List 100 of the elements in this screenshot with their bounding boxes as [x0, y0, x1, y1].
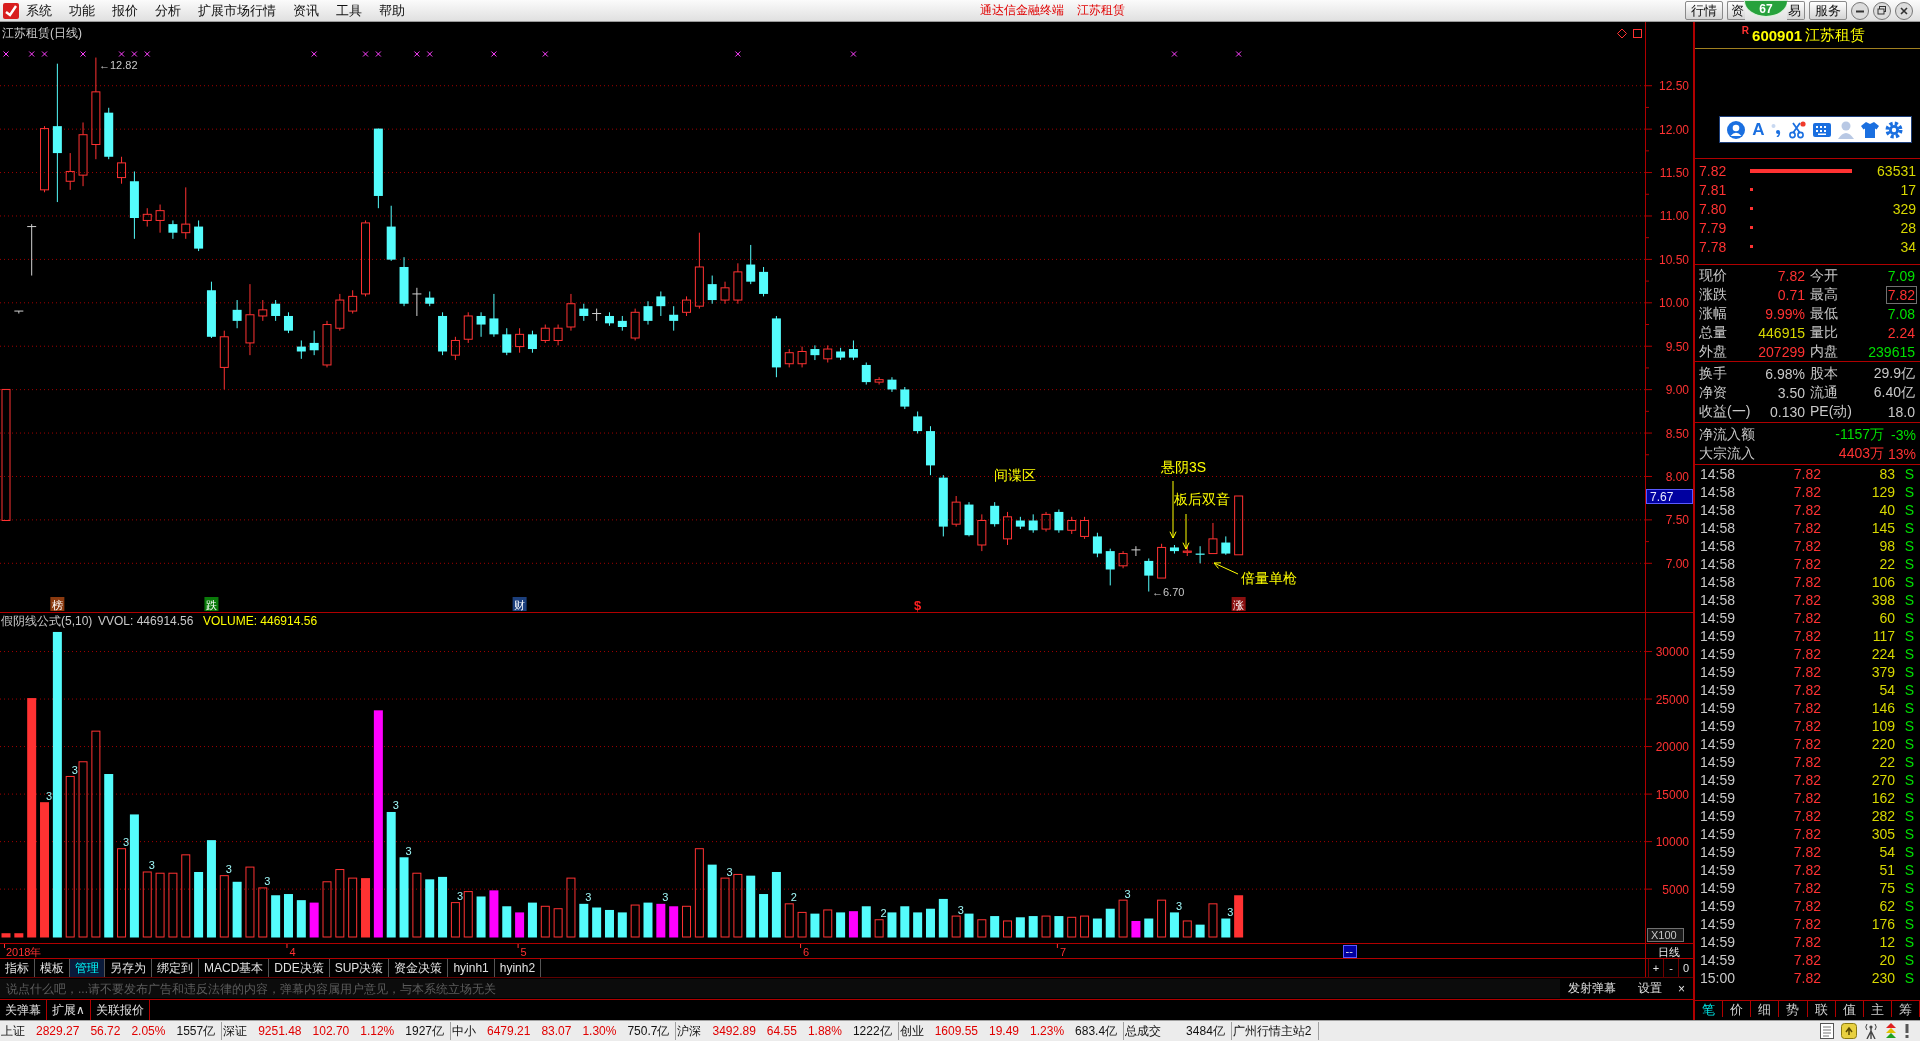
tick-time: 14:59 [1700, 916, 1737, 932]
tick-volume: 224 [1870, 646, 1895, 662]
tick-time: 14:58 [1700, 484, 1737, 500]
quote-label: 收益(一) [1699, 402, 1748, 421]
tick-price: 7.82 [1792, 664, 1821, 680]
tick-price: 7.82 [1792, 916, 1821, 932]
flow-percent: -3% [1890, 426, 1916, 443]
cross-mark-icon [131, 51, 138, 57]
toolbar-button[interactable]: 行情 [1685, 1, 1723, 20]
tick-price: 7.82 [1792, 484, 1821, 500]
danmu-input[interactable]: 说点什么吧，...请不要发布广告和违反法律的内容，弹幕内容属用户意见，与本系统立场无关 [0, 979, 1560, 998]
toolbar-button[interactable]: 服务 [1809, 1, 1847, 20]
cross-mark-icon [362, 51, 369, 57]
document-icon[interactable] [1820, 1023, 1834, 1039]
info-icon[interactable] [1904, 1024, 1910, 1038]
menu-item[interactable]: 资讯 [293, 1, 319, 20]
tick-price: 7.82 [1792, 898, 1821, 914]
flow-percent: 13% [1886, 445, 1916, 462]
settings-button[interactable]: 设置 [1630, 979, 1670, 998]
event-tag[interactable]: 榜 [50, 597, 65, 611]
tick-price: 7.82 [1792, 934, 1821, 950]
cross-mark-icon [413, 51, 420, 57]
scissors-icon[interactable] [1788, 120, 1807, 139]
market-label: R [1741, 25, 1750, 36]
tick-time: 14:59 [1700, 790, 1737, 806]
menu-item[interactable]: 报价 [112, 1, 138, 20]
tick-side: S [1903, 754, 1914, 770]
tick-volume: 145 [1870, 520, 1895, 536]
event-tag[interactable]: 财 [512, 597, 527, 611]
tick-price: 7.82 [1792, 592, 1821, 608]
input-mode-toggle[interactable]: A [1752, 119, 1765, 140]
tick-price: 7.82 [1792, 772, 1821, 788]
index-value: 3492.89 [712, 1024, 756, 1038]
price-axis-label: 11.50 [1659, 166, 1689, 181]
event-mark[interactable]: $ [914, 598, 922, 612]
tick-time: 14:59 [1700, 952, 1737, 968]
index-name: 沪深 [677, 1022, 702, 1040]
volume-axis-label: 25000 [1655, 692, 1689, 707]
shirt-icon[interactable] [1860, 121, 1879, 138]
tick-price: 7.82 [1792, 628, 1821, 644]
cross-mark-icon [490, 51, 497, 57]
menu-item[interactable]: 扩展市场行情 [198, 1, 276, 20]
vvol-value: VVOL: 446914.56 [98, 614, 194, 628]
flow-value: -1157万 [1835, 425, 1884, 444]
index-change: 19.49 [989, 1024, 1020, 1038]
send-button[interactable]: 发射弹幕 [1560, 979, 1624, 998]
menu-item[interactable]: 工具 [336, 1, 362, 20]
quote-label: 现价 [1699, 266, 1728, 285]
notification-badge: 67 [1745, 1, 1787, 16]
menu-item[interactable]: 帮助 [379, 1, 405, 20]
volume-axis-label: 5000 [1662, 882, 1689, 897]
price-axis-label: 8.50 [1665, 426, 1689, 441]
menu-item[interactable]: 分析 [155, 1, 181, 20]
antenna-icon[interactable] [1864, 1023, 1878, 1039]
tick-side: S [1903, 790, 1914, 806]
signal-arrows-icon[interactable] [1885, 1023, 1897, 1039]
menu-item[interactable]: 功能 [69, 1, 95, 20]
avatar-icon[interactable] [1727, 120, 1746, 139]
tick-volume: 109 [1870, 718, 1895, 734]
tick-price: 7.82 [1792, 466, 1821, 482]
server-name: 广州行情主站2 [1232, 1022, 1312, 1040]
tick-time: 14:59 [1700, 682, 1737, 698]
keyboard-icon[interactable] [1813, 122, 1831, 137]
toolbar-button[interactable]: 资 [1727, 1, 1745, 20]
tick-volume: 305 [1870, 826, 1895, 842]
punctuation-icon[interactable] [1771, 122, 1782, 137]
turnover-amount: 1927亿 [405, 1022, 444, 1040]
tick-side: S [1903, 592, 1914, 608]
close-button[interactable]: × [1670, 979, 1693, 998]
tick-side: S [1903, 646, 1914, 662]
event-tag[interactable]: 涨 [1231, 597, 1246, 611]
coin-icon[interactable] [1841, 1023, 1857, 1039]
menu-item[interactable]: 系统 [26, 1, 52, 20]
bid-volume: 329 [1891, 200, 1916, 217]
tick-time: 14:58 [1700, 592, 1737, 608]
app-logo-icon[interactable] [3, 2, 19, 19]
tick-price: 7.82 [1792, 556, 1821, 572]
restore-icon[interactable] [1873, 1, 1891, 20]
quote-label: 最低 [1809, 304, 1839, 323]
minimize-icon[interactable] [1851, 1, 1869, 20]
settings-icon[interactable] [1885, 120, 1904, 139]
quote-label: 换手 [1699, 364, 1728, 383]
close-icon[interactable] [1895, 1, 1913, 20]
event-tag[interactable]: 跌 [204, 597, 219, 611]
chart-title: 江苏租赁(日线) [2, 26, 82, 40]
tick-volume: 20 [1878, 952, 1895, 968]
cross-mark-icon [375, 51, 382, 57]
square-icon[interactable] [1633, 29, 1642, 38]
bid-price: 7.78 [1699, 238, 1728, 255]
tick-volume: 54 [1878, 844, 1895, 860]
tick-time: 14:58 [1700, 556, 1737, 572]
quote-value: 239615 [1867, 343, 1916, 360]
diamond-icon[interactable] [1617, 28, 1627, 39]
toolbar-button[interactable]: 易 [1787, 1, 1805, 20]
cross-mark-icon [1171, 51, 1178, 57]
quote-value: 7.82 [1776, 267, 1806, 284]
toolbar-tab[interactable]: 管理 [70, 959, 105, 977]
bid-price: 7.81 [1699, 181, 1728, 198]
tick-side: S [1903, 682, 1914, 698]
quote-value: 3.50 [1776, 384, 1806, 401]
